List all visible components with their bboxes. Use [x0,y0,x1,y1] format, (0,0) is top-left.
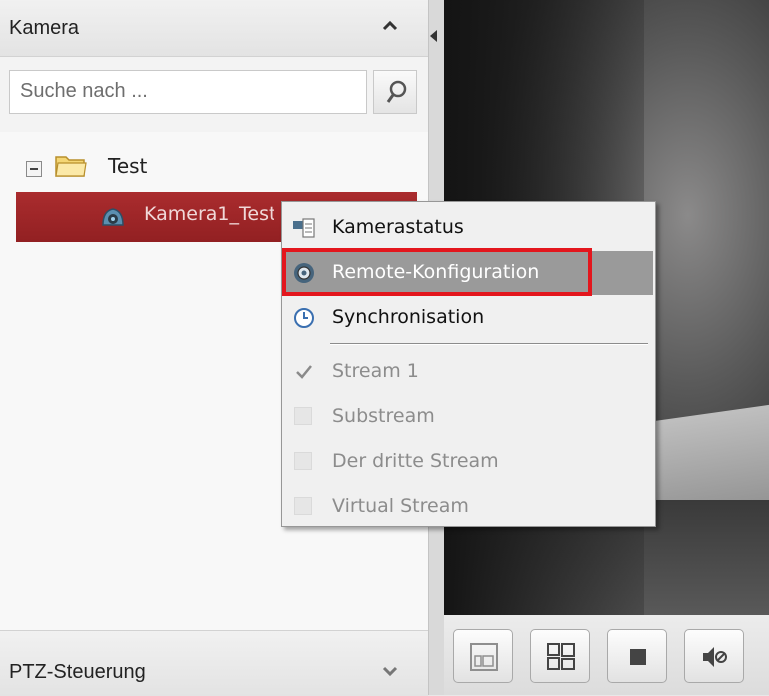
menu-item-label: Stream 1 [332,360,419,382]
menu-item-label: Kamerastatus [332,216,464,238]
window-layout-icon [470,643,498,671]
annotation-highlight-box [282,248,592,296]
chevron-up-icon[interactable] [378,14,402,38]
unchecked-box-icon [294,452,312,470]
window-division-button[interactable] [530,629,590,683]
mute-button[interactable] [684,629,744,683]
ptz-panel-header[interactable]: PTZ-Steuerung [0,630,428,696]
mute-audio-icon [703,647,727,667]
window-division-icon [547,643,575,670]
search-field[interactable] [9,70,370,114]
live-view-toolbar [444,615,769,695]
menu-item-synchronisation[interactable]: Synchronisation [284,296,653,340]
menu-item-label: Synchronisation [332,306,485,328]
menu-item-label: Der dritte Stream [332,450,499,472]
window-layout-button[interactable] [453,629,513,683]
menu-separator [330,343,648,345]
stop-all-button[interactable] [607,629,667,683]
checkmark-icon [296,365,312,379]
menu-item-stream-1[interactable]: Stream 1 [284,350,653,394]
collapse-panel-icon[interactable] [430,30,437,42]
search-input[interactable] [10,71,370,111]
camera-panel-title: Kamera [9,17,80,39]
tree-group-label[interactable]: Test [108,154,147,178]
tree-collapse-icon[interactable] [26,161,42,177]
menu-item-camera-status[interactable]: Kamerastatus [284,206,653,250]
camera-context-menu: Kamerastatus Remote-Konfiguration Synchr… [281,201,656,527]
camera-status-icon [293,218,315,238]
ptz-panel-title: PTZ-Steuerung [9,661,146,683]
camera-panel-header[interactable]: Kamera [0,0,428,57]
unchecked-box-icon [294,407,312,425]
menu-item-label: Substream [332,405,435,427]
menu-item-label: Virtual Stream [332,495,469,517]
sync-clock-icon [294,308,314,328]
tree-camera-label: Kamera1_Test [144,203,274,225]
folder-icon [55,156,87,177]
menu-item-virtual-stream[interactable]: Virtual Stream [284,485,653,529]
unchecked-box-icon [294,497,312,515]
chevron-down-icon[interactable] [378,659,402,683]
menu-item-substream[interactable]: Substream [284,395,653,439]
menu-item-third-stream[interactable]: Der dritte Stream [284,440,653,484]
stop-icon [630,649,646,665]
search-icon [386,80,407,103]
search-button[interactable] [373,70,417,114]
camera-icon [102,208,124,226]
